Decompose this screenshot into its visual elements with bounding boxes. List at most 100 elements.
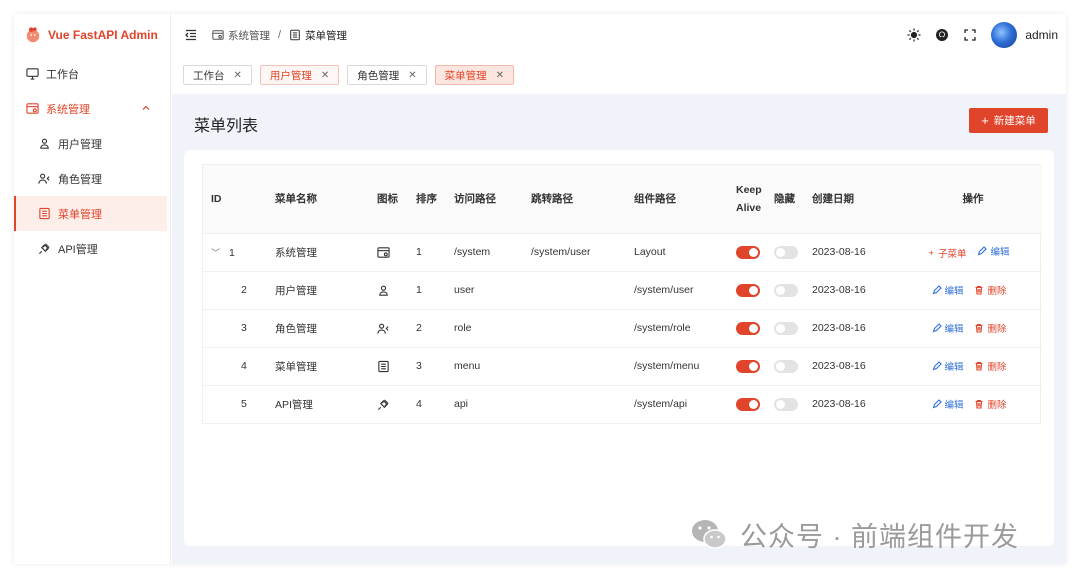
breadcrumb-separator: /: [278, 29, 282, 41]
sidebar-item-system[interactable]: 系统管理: [14, 91, 170, 126]
edit-button[interactable]: 编辑: [977, 244, 1010, 258]
cell-created: 2023-08-16: [804, 233, 904, 272]
cell-order: 1: [408, 233, 446, 272]
settings-window-icon: [377, 246, 390, 258]
fullscreen-icon[interactable]: [963, 28, 977, 42]
hidden-toggle[interactable]: [774, 359, 798, 373]
sidebar-item-roles[interactable]: 角色管理: [14, 161, 170, 196]
trash-icon: [975, 323, 983, 333]
close-icon[interactable]: ✕: [234, 70, 242, 81]
username[interactable]: admin: [1025, 28, 1058, 42]
action-label: 编辑: [944, 399, 964, 411]
sidebar-item-menus[interactable]: 菜单管理: [14, 196, 167, 231]
hidden-toggle[interactable]: [774, 321, 798, 335]
app-logo[interactable]: Vue FastAPI Admin: [14, 14, 170, 56]
edit-button[interactable]: 编辑: [932, 321, 964, 335]
github-icon[interactable]: [935, 28, 949, 42]
new-menu-button[interactable]: + 新建菜单: [969, 108, 1048, 133]
chevron-down-icon[interactable]: ﹀: [211, 246, 221, 259]
collapse-menu-icon[interactable]: [184, 28, 198, 42]
keepalive-toggle[interactable]: [736, 283, 760, 297]
action-label: 删除: [987, 323, 1007, 335]
sidebar-item-label: 系统管理: [46, 103, 90, 116]
delete-button[interactable]: 删除: [974, 359, 1006, 373]
col-order: 排序: [408, 165, 446, 234]
sidebar-item-label: 菜单管理: [58, 208, 102, 221]
user-role-icon: [377, 323, 389, 334]
action-label: 子菜单: [938, 249, 967, 261]
cell-redirect: [523, 385, 626, 423]
col-actions: 操作: [904, 165, 1042, 234]
monitor-icon: [26, 68, 39, 80]
edit-button[interactable]: 编辑: [932, 359, 964, 373]
cell-hidden: [766, 271, 804, 310]
cell-redirect: [523, 347, 626, 386]
close-icon[interactable]: ✕: [321, 70, 329, 81]
table-row: ﹀ 1 系统管理 1 /system /system/user Layout 20…: [203, 233, 1042, 272]
keepalive-toggle[interactable]: [736, 397, 760, 411]
tab-roles[interactable]: 角色管理 ✕: [347, 65, 427, 85]
close-icon[interactable]: ✕: [408, 70, 416, 81]
cell-name: 菜单管理: [267, 347, 369, 386]
keepalive-toggle[interactable]: [736, 359, 760, 373]
breadcrumb-menus: 菜单管理: [289, 28, 347, 43]
cell-keepalive: [728, 233, 766, 272]
cell-redirect: [523, 271, 626, 310]
table-card: ID 菜单名称 图标 排序 访问路径 跳转路径 组件路径 KeepAlive 隐…: [184, 150, 1054, 546]
watermark-text: 公众号 · 前端组件开发: [740, 522, 1019, 552]
delete-button[interactable]: 删除: [974, 283, 1006, 297]
edit-button[interactable]: 编辑: [932, 397, 964, 411]
cell-path: role: [446, 309, 523, 348]
tab-label: 工作台: [193, 69, 225, 82]
cell-keepalive: [728, 347, 766, 386]
delete-button[interactable]: 删除: [974, 321, 1006, 335]
edit-button[interactable]: 编辑: [932, 283, 964, 297]
pencil-icon: [932, 360, 942, 370]
close-icon[interactable]: ✕: [496, 70, 504, 81]
breadcrumb-system[interactable]: 系统管理: [212, 28, 270, 43]
cell-hidden: [766, 385, 804, 423]
keepalive-toggle[interactable]: [736, 321, 760, 335]
top-header: 系统管理 / 菜单管理 admin: [172, 14, 1066, 56]
tab-users[interactable]: 用户管理 ✕: [259, 65, 340, 85]
sun-icon[interactable]: [907, 28, 921, 42]
cell-hidden: [766, 347, 804, 386]
sidebar-item-users[interactable]: 用户管理: [14, 126, 170, 161]
breadcrumb-label: 菜单管理: [305, 29, 348, 42]
table-row: 5 API管理 4 api /system/api 2023-08-16 编辑: [203, 385, 1042, 423]
menu-table: ID 菜单名称 图标 排序 访问路径 跳转路径 组件路径 KeepAlive 隐…: [202, 164, 1042, 424]
settings-window-icon: [26, 103, 39, 114]
cell-icon: [369, 309, 408, 348]
hidden-toggle[interactable]: [774, 397, 798, 411]
tab-menus[interactable]: 菜单管理 ✕: [434, 65, 515, 85]
tab-workbench[interactable]: 工作台 ✕: [183, 65, 252, 85]
delete-button[interactable]: 删除: [974, 397, 1006, 411]
new-menu-label: 新建菜单: [993, 115, 1036, 127]
cell-order: 2: [408, 309, 446, 348]
plus-icon: +: [981, 113, 989, 128]
col-keepalive: KeepAlive: [728, 165, 766, 234]
hidden-toggle[interactable]: [774, 245, 798, 259]
col-redirect: 跳转路径: [523, 165, 626, 234]
hidden-toggle[interactable]: [774, 283, 798, 297]
cell-redirect: /system/user: [523, 233, 626, 272]
action-label: 编辑: [944, 285, 964, 297]
cell-actions: + 子菜单 编辑: [904, 233, 1042, 272]
user-icon: [40, 138, 49, 149]
col-path: 访问路径: [446, 165, 523, 234]
sidebar-item-label: 角色管理: [58, 173, 102, 186]
avatar[interactable]: [991, 22, 1018, 48]
keepalive-toggle[interactable]: [736, 245, 760, 259]
sidebar-item-workbench[interactable]: 工作台: [14, 56, 170, 91]
header-actions: admin: [893, 14, 1058, 56]
breadcrumb-label: 系统管理: [228, 29, 270, 42]
cell-name: 用户管理: [267, 271, 369, 310]
cell-hidden: [766, 233, 804, 272]
settings-window-icon: [212, 30, 224, 40]
cell-name: 角色管理: [267, 309, 369, 348]
cell-created: 2023-08-16: [804, 347, 904, 386]
sidebar-item-api[interactable]: API管理: [14, 231, 170, 266]
cell-order: 4: [416, 398, 422, 411]
add-submenu-button[interactable]: + 子菜单: [928, 246, 967, 261]
cell-keepalive: [728, 271, 766, 310]
